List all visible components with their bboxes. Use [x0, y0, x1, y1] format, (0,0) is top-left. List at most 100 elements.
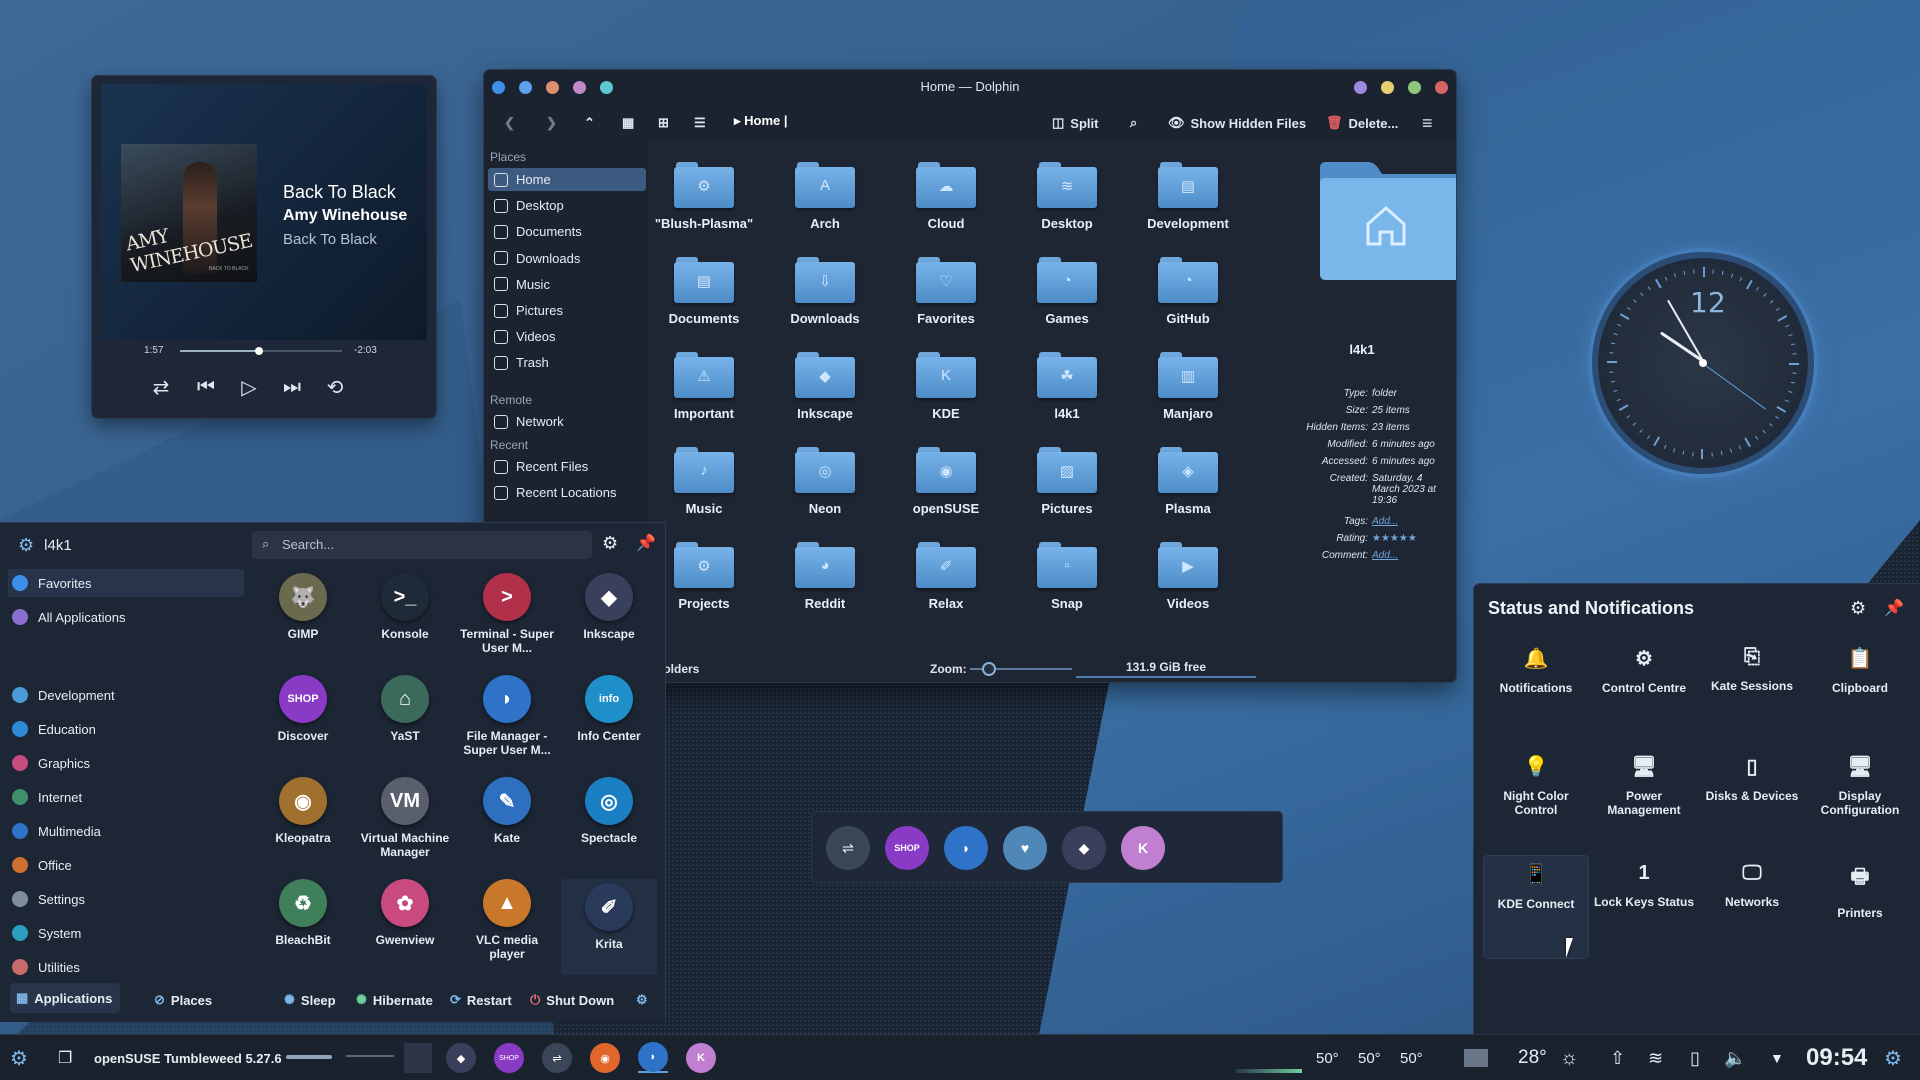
tray-item-power-management[interactable]: 🖥 Power Management: [1592, 748, 1696, 850]
folder-inkscape[interactable]: ◆ Inkscape: [775, 346, 875, 434]
maximize-button[interactable]: [1408, 81, 1421, 94]
search-icon[interactable]: ⌕: [1130, 111, 1137, 135]
split-button[interactable]: ◫ Split: [1052, 111, 1098, 135]
inkscape-icon[interactable]: ◆: [1062, 826, 1106, 870]
seek-bar[interactable]: [180, 347, 342, 355]
overview-icon[interactable]: ❐: [58, 1043, 72, 1073]
user-header[interactable]: ⚙ l4k1: [18, 535, 72, 556]
sleep-button[interactable]: ✺ Sleep: [284, 985, 336, 1015]
network-icon[interactable]: ≋: [1648, 1043, 1663, 1073]
folder-l4k1[interactable]: ☘ l4k1: [1017, 346, 1117, 434]
category-utilities[interactable]: Utilities: [8, 953, 244, 981]
digital-clock[interactable]: 09:54: [1806, 1043, 1867, 1073]
info-value[interactable]: Add...: [1372, 516, 1448, 527]
folder-projects[interactable]: ⚙ Projects: [654, 536, 754, 624]
category-system[interactable]: System: [8, 919, 244, 947]
delete-button[interactable]: 🗑 Delete...: [1326, 111, 1398, 135]
dolphin-icon[interactable]: ◗: [944, 826, 988, 870]
tray-item-networks[interactable]: 🖵 Networks: [1700, 856, 1804, 958]
details-view-icon[interactable]: ☰: [694, 111, 706, 135]
taskbar-dolphin-icon[interactable]: ◗: [638, 1042, 668, 1073]
kdenlive-icon[interactable]: K: [1121, 826, 1165, 870]
app-inkscape[interactable]: ◆ Inkscape: [561, 573, 657, 641]
folder-plasma[interactable]: ◈ Plasma: [1138, 441, 1238, 529]
folder-desktop[interactable]: ≋ Desktop: [1017, 156, 1117, 244]
tray-item-disks-devices[interactable]: ▯ Disks & Devices: [1700, 748, 1804, 850]
folder-downloads[interactable]: ⇩ Downloads: [775, 251, 875, 339]
folder-relax[interactable]: ✐ Relax: [896, 536, 996, 624]
folder-games[interactable]: ◔ Games: [1017, 251, 1117, 339]
app-file[interactable]: ◗ File Manager - Super User M...: [459, 675, 555, 757]
previous-icon[interactable]: ⏮: [192, 374, 220, 400]
expand-tray-icon[interactable]: ▼: [1770, 1043, 1784, 1073]
minimize-button[interactable]: [1381, 81, 1394, 94]
category-education[interactable]: Education: [8, 715, 244, 743]
tray-item-kate-sessions[interactable]: ⎘ Kate Sessions: [1700, 640, 1804, 742]
info-value[interactable]: Add...: [1372, 550, 1448, 561]
zoom-slider[interactable]: [970, 662, 1072, 676]
configure-icon[interactable]: ⚙: [1850, 598, 1866, 619]
place-item-downloads[interactable]: Downloads: [488, 247, 646, 270]
show-hidden-button[interactable]: 👁 Show Hidden Files: [1168, 111, 1306, 135]
folder-important[interactable]: ⚠ Important: [654, 346, 754, 434]
search-input[interactable]: ⌕ Search...: [252, 531, 592, 559]
tray-item-notifications[interactable]: 🔔 Notifications: [1484, 640, 1588, 742]
place-item-recent-locations[interactable]: Recent Locations: [488, 481, 646, 504]
folder-neon[interactable]: ◎ Neon: [775, 441, 875, 529]
seek-bar-handle[interactable]: [255, 347, 264, 355]
category-internet[interactable]: Internet: [8, 783, 244, 811]
folder-snap[interactable]: ▫ Snap: [1017, 536, 1117, 624]
category-office[interactable]: Office: [8, 851, 244, 879]
app-terminal[interactable]: > Terminal - Super User M...: [459, 573, 555, 655]
folder-reddit[interactable]: ◕ Reddit: [775, 536, 875, 624]
app-virtual[interactable]: VM Virtual Machine Manager: [357, 777, 453, 859]
folder-manjaro[interactable]: ▥ Manjaro: [1138, 346, 1238, 434]
category-favorites[interactable]: Favorites: [8, 569, 244, 597]
breadcrumb-home[interactable]: Home: [744, 113, 780, 128]
app-gwenview[interactable]: ✿ Gwenview: [357, 879, 453, 947]
play-icon[interactable]: ▷: [235, 374, 263, 400]
folder-favorites[interactable]: ♡ Favorites: [896, 251, 996, 339]
tray-item-clipboard[interactable]: 📋 Clipboard: [1808, 640, 1912, 742]
app-krita[interactable]: ✐ Krita: [561, 879, 657, 975]
restart-button[interactable]: ⟳ Restart: [450, 985, 512, 1015]
category-settings[interactable]: Settings: [8, 885, 244, 913]
category-multimedia[interactable]: Multimedia: [8, 817, 244, 845]
taskbar-discover-icon[interactable]: SHOP: [494, 1043, 524, 1073]
launcher-icon[interactable]: ⚙: [10, 1043, 28, 1073]
taskbar-firefox-icon[interactable]: ◉: [590, 1043, 620, 1073]
app-konsole[interactable]: >_ Konsole: [357, 573, 453, 641]
peek-desktop-icon[interactable]: ⚙: [1884, 1043, 1902, 1073]
place-item-home[interactable]: Home: [488, 168, 646, 191]
applications-tab[interactable]: ▦ Applications: [10, 983, 120, 1013]
folder-kde[interactable]: K KDE: [896, 346, 996, 434]
app-yast[interactable]: ⌂ YaST: [357, 675, 453, 743]
app-vlc[interactable]: ▲ VLC media player: [459, 879, 555, 961]
app-bleachbit[interactable]: ♻ BleachBit: [255, 879, 351, 947]
taskbar-settings-icon[interactable]: ⇌: [542, 1043, 572, 1073]
folder-arch[interactable]: A Arch: [775, 156, 875, 244]
compact-view-icon[interactable]: ⊞: [658, 111, 669, 135]
pin-icon[interactable]: 📌: [636, 533, 656, 553]
place-item-music[interactable]: Music: [488, 273, 646, 296]
rating-stars[interactable]: ★★★★★: [1372, 533, 1448, 544]
folder-music[interactable]: ♪ Music: [654, 441, 754, 529]
back-icon[interactable]: ❮: [504, 111, 515, 135]
app-info[interactable]: info Info Center: [561, 675, 657, 743]
folder-documents[interactable]: ▤ Documents: [654, 251, 754, 339]
place-item-recent-files[interactable]: Recent Files: [488, 455, 646, 478]
folder-opensuse[interactable]: ◉ openSUSE: [896, 441, 996, 529]
category-development[interactable]: Development: [8, 681, 244, 709]
up-icon[interactable]: ⌃: [584, 111, 595, 135]
places-tab[interactable]: ⊘ Places: [154, 985, 212, 1015]
repeat-icon[interactable]: ⟲: [321, 374, 349, 400]
place-item-trash[interactable]: Trash: [488, 351, 646, 374]
folder-blushplasma[interactable]: ⚙ "Blush-Plasma": [654, 156, 754, 244]
zoom-slider-handle[interactable]: [982, 662, 996, 676]
shutdown-button[interactable]: ⏻ Shut Down: [530, 985, 614, 1015]
forward-icon[interactable]: ❯: [546, 111, 557, 135]
kde-connect-icon[interactable]: ▯: [1690, 1043, 1700, 1073]
taskbar-inkscape-icon[interactable]: ◆: [446, 1043, 476, 1073]
tray-item-display-configuration[interactable]: 🖥 Display Configuration: [1808, 748, 1912, 850]
sun-icon[interactable]: ☼: [1560, 1043, 1578, 1073]
